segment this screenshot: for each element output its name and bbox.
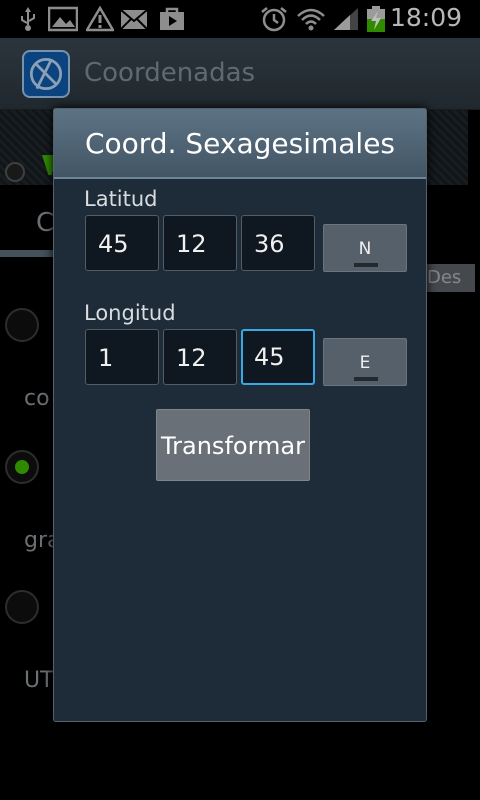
- longitude-hemisphere-label: E: [359, 353, 371, 373]
- longitude-hemisphere-button[interactable]: E: [323, 338, 407, 386]
- latitude-degrees-input[interactable]: 45: [85, 215, 159, 271]
- longitude-degrees-input[interactable]: 1: [85, 329, 159, 385]
- sexagesimal-dialog: Coord. Sexagesimales Latitud 45 12 36 N …: [53, 108, 427, 722]
- dialog-header: Coord. Sexagesimales: [54, 109, 426, 179]
- latitude-hemisphere-label: N: [358, 239, 372, 259]
- latitude-seconds-input[interactable]: 36: [241, 215, 315, 271]
- dialog-title: Coord. Sexagesimales: [84, 127, 396, 160]
- toggle-indicator: [354, 263, 378, 267]
- longitude-minutes-input[interactable]: 12: [163, 329, 237, 385]
- latitude-hemisphere-button[interactable]: N: [323, 224, 407, 272]
- latitude-minutes-input[interactable]: 12: [163, 215, 237, 271]
- latitude-label: Latitud: [84, 187, 158, 211]
- toggle-indicator: [354, 377, 378, 381]
- longitude-label: Longitud: [84, 301, 176, 325]
- longitude-seconds-input[interactable]: 45: [241, 329, 315, 385]
- transform-button[interactable]: Transformar: [156, 409, 310, 481]
